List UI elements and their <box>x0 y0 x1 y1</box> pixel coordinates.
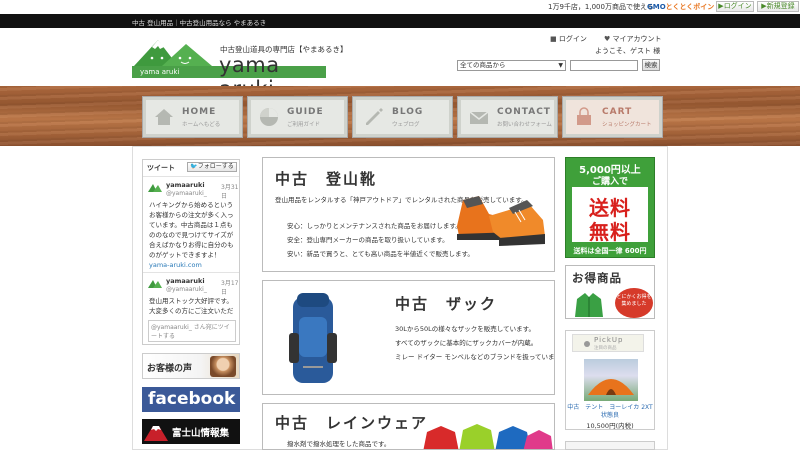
panel-text: 安心：しっかりとメンテナンスされた商品をお届けします。 <box>287 222 462 230</box>
avatar <box>148 280 162 288</box>
nav-blog[interactable]: BLOG ウェブログ <box>353 97 452 137</box>
pickup-subtitle: 注目の商品 <box>594 346 617 351</box>
nav-home[interactable]: HOME ホームへもどる <box>143 97 242 137</box>
tweet-author-name[interactable]: yamaaruki <box>166 181 205 189</box>
tweet-date[interactable]: 3月31日 <box>221 182 239 200</box>
pickup-widget: PickUp 注目の商品 中古 テント ヨーレイカ 2XT 状態良 10,500… <box>565 330 659 430</box>
customer-voice-banner[interactable]: お客様の声 <box>142 353 240 379</box>
tweet-text: 登山用ストック大好評です。大変多くの方にご注文いただ <box>149 297 234 315</box>
jacket-image <box>575 293 603 317</box>
panel-text: ミレー ドイター モンベルなどのブランドを扱っています。 <box>395 353 555 361</box>
nav-cart[interactable]: CART ショッピングカート <box>563 97 662 137</box>
divider <box>143 176 239 177</box>
twitter-bird-icon: 🐦 <box>190 163 198 170</box>
tweet-text: ハイキングから始めるという お客様からの注文が多く入っています。中古商品は１点も… <box>149 201 234 269</box>
boots-category-panel[interactable]: 中古 登山靴 登山用品をレンタルする「神戸アウトドア」でレンタルされた商品を販売… <box>262 157 555 272</box>
tweet-author-name[interactable]: yamaaruki <box>166 277 205 285</box>
twitter-title: ツイート <box>147 164 175 172</box>
mail-icon <box>469 111 489 124</box>
panel-text: 30Lから50Lの様々なザックを販売しています。 <box>395 325 535 333</box>
chevron-down-icon: ▼ <box>558 62 563 69</box>
pickup-title: PickUp <box>594 336 624 344</box>
tweet-author-handle[interactable]: @yamaaruki_ <box>166 190 207 197</box>
site-header: yama aruki 中古登山道具の専門店【やまあるき】 yama aruki … <box>0 28 800 101</box>
lock-icon: ■ <box>550 35 557 43</box>
deals-banner[interactable]: お得商品 とにかくお得を集めました <box>565 265 655 319</box>
hiking-boots-image <box>457 196 545 246</box>
facebook-banner[interactable]: facebook <box>142 387 240 412</box>
tweet-reply-box[interactable]: @yamaaruki_ さん宛にツイートする <box>148 320 236 342</box>
category-select[interactable]: 全ての商品から ▼ <box>457 60 566 71</box>
panel-text: 撥水剤で撥水処理をした商品です。 <box>287 440 391 448</box>
rain-jackets-image <box>423 424 553 449</box>
tent-icon <box>588 379 634 395</box>
panel-title: 中古 レインウェア <box>275 414 429 432</box>
pencil-icon <box>366 108 383 125</box>
pin-icon <box>584 341 590 347</box>
logo-ribbon-text: yama aruki <box>140 68 180 76</box>
divider <box>143 272 239 273</box>
guide-icon <box>260 108 278 126</box>
header-account-link[interactable]: ♥ マイアカウント <box>604 34 662 44</box>
twitter-follow-button[interactable]: 🐦フォローする <box>187 162 237 172</box>
panel-text: 安い：新品で買うと、とても高い商品を半値近くで販売します。 <box>287 250 474 258</box>
free-shipping-banner[interactable]: 5,000円以上 ご購入で 送料 無料 送料は全国一律 600円 <box>565 157 655 258</box>
panel-text: すべてのザックに基本的にザックカバーが内蔵。 <box>395 339 538 347</box>
panel-title: 中古 ザック <box>395 295 498 313</box>
site-tagline: 中古 登山用品｜中古登山用品なら やまあるき <box>132 19 267 27</box>
backpack-image <box>289 293 337 383</box>
main-nav: HOME ホームへもどる GUIDE ご利用ガイド BLOG ウェブログ CON… <box>0 86 800 146</box>
search-button[interactable]: 検索 <box>642 59 660 71</box>
mount-fuji-icon <box>144 426 168 441</box>
nav-guide[interactable]: GUIDE ご利用ガイド <box>248 97 347 137</box>
free-shipping-box: 送料 無料 <box>572 187 648 244</box>
tent-product-image[interactable] <box>584 359 638 401</box>
top-register-button[interactable]: ▶新規登録 <box>757 1 799 12</box>
home-icon <box>155 109 173 125</box>
welcome-text: ようこそ、ゲスト 様 <box>595 47 661 55</box>
header-login-link[interactable]: ■ ログイン <box>550 34 587 44</box>
pickup-product-name[interactable]: 中古 テント ヨーレイカ 2XT 状態良 <box>566 404 658 420</box>
panel-title: 中古 登山靴 <box>275 170 378 188</box>
site-logo[interactable]: yama aruki 中古登山道具の専門店【やまあるき】 yama aruki <box>132 36 348 101</box>
tagline-bar: 中古 登山用品｜中古登山用品なら やまあるき <box>0 14 800 28</box>
cart-icon <box>577 107 591 125</box>
panel-text: 安全：登山専門メーカーの商品を取り扱いしています。 <box>287 236 449 244</box>
avatar <box>148 184 162 192</box>
search-input[interactable] <box>570 60 638 71</box>
next-banner-edge <box>565 441 655 450</box>
backpack-category-panel[interactable]: 中古 ザック 30Lから50Lの様々なザックを販売しています。 すべてのザックに… <box>262 280 555 395</box>
customer-photo <box>210 356 236 377</box>
deals-circle-badge: とにかくお得を集めました <box>615 288 653 318</box>
tweet-date[interactable]: 3月17日 <box>221 278 239 296</box>
tweet-author-handle[interactable]: @yamaaruki_ <box>166 286 207 293</box>
pickup-product-price: 10,500円(内税) <box>586 422 634 430</box>
top-login-button[interactable]: ▶ログイン <box>716 1 754 12</box>
gmo-point-logo[interactable]: GMOとくとくポイント <box>647 2 721 12</box>
rainwear-category-panel[interactable]: 中古 レインウェア 撥水剤で撥水処理をした商品です。 <box>262 403 555 450</box>
fuji-info-banner[interactable]: 富士山情報集 <box>142 419 240 444</box>
tweet-link[interactable]: yama-aruki.com <box>149 261 202 269</box>
twitter-widget: ツイート 🐦フォローする yamaaruki @yamaaruki_ 3月31日… <box>142 159 240 345</box>
top-utility-bar: 1万9千店，1,000万商品で使える GMOとくとくポイント ▶ログイン ▶新規… <box>0 0 800 14</box>
gmo-point-text: 1万9千店，1,000万商品で使える <box>548 3 654 11</box>
nav-contact[interactable]: CONTACT お問い合わせフォーム <box>458 97 557 137</box>
heart-icon: ♥ <box>604 35 611 43</box>
